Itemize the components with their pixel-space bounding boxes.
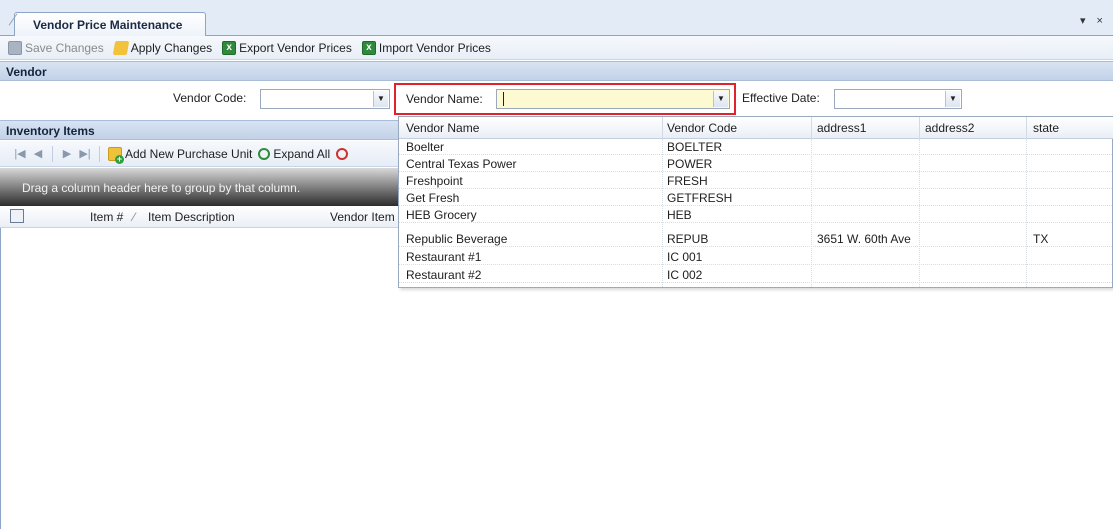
effective-date-combo[interactable]: ▼ [834, 89, 962, 109]
cell-vendor-name: Freshpoint [406, 174, 463, 188]
document-tab-strip: Vendor Price Maintenance ▾ × [0, 0, 1113, 36]
column-divider [919, 117, 920, 139]
cell-vendor-code: GETFRESH [667, 191, 733, 205]
dropdown-header: Vendor Name Vendor Code address1 address… [399, 117, 1113, 139]
apply-changes-button[interactable]: Apply Changes [112, 40, 213, 55]
vendor-section-header: Vendor [0, 61, 1113, 81]
vendor-name-input[interactable] [497, 90, 729, 108]
tab-vendor-price-maintenance[interactable]: Vendor Price Maintenance [14, 12, 206, 36]
vendor-code-combo[interactable]: ▼ [260, 89, 390, 109]
group-by-panel[interactable]: Drag a column header here to group by th… [0, 168, 400, 206]
inventory-section-header: Inventory Items [0, 120, 400, 140]
vendor-filter-row: Vendor Code: ▼ Vendor Name: ▼ Effective … [0, 82, 1113, 118]
pane-left-border [0, 228, 1, 529]
cell-vendor-name: Get Fresh [406, 191, 460, 205]
column-header-item-description[interactable]: Item Description [148, 210, 235, 224]
next-record-button[interactable]: ▶ [61, 147, 73, 160]
cell-vendor-code: HEB [667, 208, 692, 222]
import-vendor-prices-label: Import Vendor Prices [378, 40, 491, 55]
vendor-name-combo[interactable]: ▼ [496, 89, 730, 109]
cell-vendor-name: Boelter [406, 140, 445, 154]
excel-icon: x [222, 40, 237, 55]
first-record-button[interactable]: |◀ [14, 147, 26, 160]
previous-record-button[interactable]: ◀ [32, 147, 44, 160]
cell-vendor-code: IC 001 [667, 250, 703, 264]
dropdown-row[interactable]: Boelter BOELTER [399, 139, 1113, 155]
dropdown-column-vendor-code[interactable]: Vendor Code [667, 121, 737, 135]
chevron-down-icon[interactable]: ▼ [373, 91, 388, 107]
add-item-icon [108, 146, 124, 164]
save-changes-label: Save Changes [25, 40, 104, 55]
group-by-hint: Drag a column header here to group by th… [22, 181, 301, 195]
column-divider [1026, 117, 1027, 139]
tab-title: Vendor Price Maintenance [33, 18, 183, 32]
cell-vendor-code: IC 002 [667, 268, 703, 282]
apply-changes-label: Apply Changes [130, 40, 213, 55]
expand-all-button[interactable]: Expand All [258, 147, 330, 161]
inventory-nav-bar: |◀ ◀ ▶ ▶| Add New Purchase Unit Expand A… [0, 141, 400, 167]
column-header-vendor-item[interactable]: Vendor Item [330, 210, 395, 224]
nav-separator [99, 145, 100, 162]
cell-vendor-name: Restaurant #2 [406, 268, 482, 282]
cell-vendor-name: HEB Grocery [406, 208, 477, 222]
last-record-button[interactable]: ▶| [79, 147, 91, 160]
cell-vendor-name: Central Texas Power [406, 157, 517, 171]
cell-vendor-name: Restaurant #1 [406, 250, 482, 264]
zoom-out-icon[interactable] [336, 147, 349, 160]
chevron-down-icon[interactable]: ▼ [945, 91, 960, 107]
dropdown-row[interactable]: Get Fresh GETFRESH [399, 190, 1113, 206]
cell-vendor-name: Republic Beverage [406, 232, 508, 246]
excel-icon: x [361, 40, 376, 55]
nav-separator [52, 145, 53, 162]
dropdown-column-vendor-name[interactable]: Vendor Name [406, 121, 479, 135]
vendor-code-label: Vendor Code: [173, 91, 247, 105]
export-vendor-prices-label: Export Vendor Prices [239, 40, 352, 55]
inventory-grid-header: Item # ⁄ Item Description Vendor Item [0, 206, 400, 228]
dropdown-column-address1[interactable]: address1 [817, 121, 866, 135]
dropdown-column-state[interactable]: state [1033, 121, 1059, 135]
dropdown-row[interactable]: Restaurant #2 IC 002 [399, 267, 1113, 283]
expand-all-label: Expand All [273, 146, 331, 161]
sort-icon: ⁄ [133, 210, 136, 224]
dropdown-row[interactable]: HEB Grocery HEB [399, 207, 1113, 223]
dropdown-row[interactable]: Republic Beverage REPUB 3651 W. 60th Ave… [399, 231, 1113, 247]
zoom-in-icon [258, 147, 271, 160]
dropdown-row[interactable]: Central Texas Power POWER [399, 156, 1113, 172]
cell-state: TX [1033, 232, 1049, 246]
vendor-code-input[interactable] [261, 90, 389, 108]
main-toolbar: Save Changes Apply Changes x Export Vend… [0, 36, 1113, 60]
effective-date-label: Effective Date: [742, 91, 820, 105]
column-chooser-icon[interactable] [10, 209, 24, 223]
vendor-name-dropdown: Vendor Name Vendor Code address1 address… [398, 116, 1113, 289]
add-new-purchase-unit-button[interactable]: Add New Purchase Unit [108, 146, 253, 164]
add-new-purchase-unit-label: Add New Purchase Unit [125, 146, 253, 161]
export-vendor-prices-button[interactable]: x Export Vendor Prices [222, 40, 352, 55]
column-header-item-number[interactable]: Item # [90, 210, 123, 224]
effective-date-input[interactable] [835, 90, 961, 108]
dropdown-row[interactable]: Restaurant #1 IC 001 [399, 249, 1113, 265]
column-divider [811, 117, 812, 139]
lightning-icon [112, 40, 129, 55]
save-icon [8, 40, 22, 55]
vendor-name-label: Vendor Name: [406, 92, 483, 106]
tab-window-controls[interactable]: ▾ × [1080, 14, 1107, 27]
cell-vendor-code: FRESH [667, 174, 708, 188]
text-cursor [503, 92, 504, 106]
dropdown-row[interactable]: Freshpoint FRESH [399, 173, 1113, 189]
vendor-name-highlight: Vendor Name: ▼ [394, 83, 736, 115]
cell-address1: 3651 W. 60th Ave [817, 232, 911, 246]
import-vendor-prices-button[interactable]: x Import Vendor Prices [361, 40, 491, 55]
dropdown-column-address2[interactable]: address2 [925, 121, 974, 135]
chevron-down-icon[interactable]: ▼ [713, 91, 728, 107]
cell-vendor-code: REPUB [667, 232, 709, 246]
column-divider [662, 117, 663, 139]
cell-vendor-code: POWER [667, 157, 713, 171]
save-changes-button[interactable]: Save Changes [8, 40, 104, 55]
cell-vendor-code: BOELTER [667, 140, 723, 154]
